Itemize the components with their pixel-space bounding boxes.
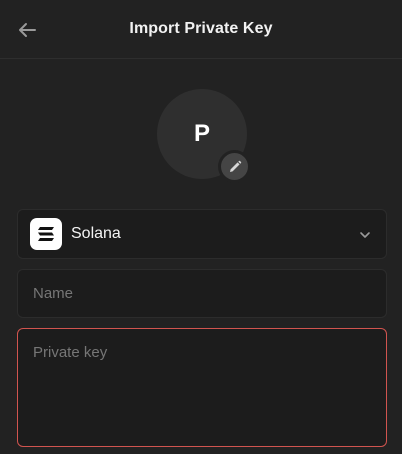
header-bar: Import Private Key	[0, 0, 402, 59]
arrow-left-icon	[19, 23, 36, 37]
private-key-input[interactable]	[18, 329, 386, 446]
chevron-down-icon	[360, 232, 370, 238]
name-field-container	[17, 269, 387, 318]
name-input[interactable]	[18, 270, 386, 317]
pencil-icon	[229, 160, 241, 172]
network-select-value: Solana	[71, 225, 121, 242]
back-button[interactable]	[14, 17, 40, 43]
network-select[interactable]: Solana	[17, 209, 387, 259]
solana-logo-icon	[30, 218, 62, 250]
page-title: Import Private Key	[129, 20, 273, 37]
edit-avatar-button[interactable]	[218, 150, 251, 183]
avatar-letter: P	[193, 120, 210, 147]
private-key-field-container	[17, 328, 387, 447]
